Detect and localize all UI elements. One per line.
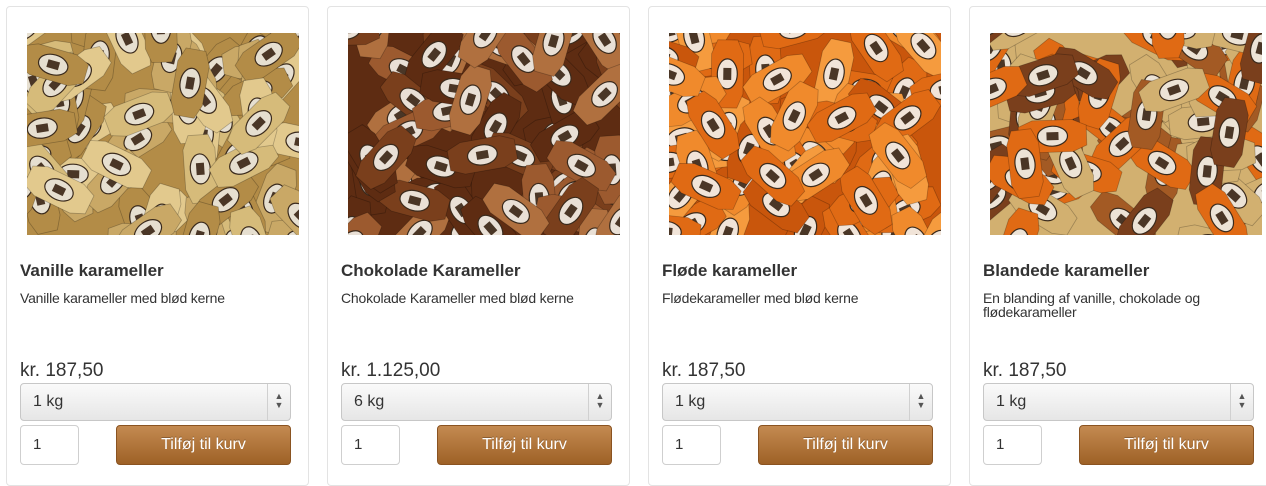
size-select-value: 1 kg — [996, 393, 1027, 410]
select-arrows-icon: ▲ ▼ — [1230, 384, 1253, 420]
quantity-input[interactable]: 1 — [662, 425, 721, 465]
product-card: Chokolade Karameller Chokolade Karamelle… — [327, 6, 630, 486]
add-to-cart-button[interactable]: Tilføj til kurv — [437, 425, 612, 465]
select-arrows-icon: ▲ ▼ — [267, 384, 290, 420]
product-description: Flødekarameller med blød kerne — [662, 290, 859, 306]
add-to-cart-button[interactable]: Tilføj til kurv — [758, 425, 933, 465]
product-title[interactable]: Blandede karameller — [983, 261, 1149, 281]
size-select-value: 1 kg — [33, 393, 64, 410]
product-image[interactable] — [990, 33, 1262, 235]
size-select-value: 6 kg — [354, 393, 385, 410]
product-image[interactable] — [27, 33, 299, 235]
size-select[interactable]: 6 kg ▲ ▼ — [341, 383, 612, 421]
product-price: kr. 187,50 — [983, 360, 1067, 381]
product-image[interactable] — [348, 33, 620, 235]
product-price: kr. 187,50 — [20, 360, 104, 381]
quantity-input[interactable]: 1 — [983, 425, 1042, 465]
size-select[interactable]: 1 kg ▲ ▼ — [20, 383, 291, 421]
select-arrows-icon: ▲ ▼ — [588, 384, 611, 420]
product-description: Chokolade Karameller med blød kerne — [341, 290, 574, 306]
product-image[interactable] — [669, 33, 941, 235]
product-description: En blanding af vanille, chokolade og flø… — [983, 290, 1200, 320]
product-card: Fløde karameller Flødekarameller med blø… — [648, 6, 951, 486]
select-arrows-icon: ▲ ▼ — [909, 384, 932, 420]
size-select[interactable]: 1 kg ▲ ▼ — [983, 383, 1254, 421]
quantity-input[interactable]: 1 — [20, 425, 79, 465]
product-title[interactable]: Vanille karameller — [20, 261, 164, 281]
product-title[interactable]: Chokolade Karameller — [341, 261, 521, 281]
product-price: kr. 187,50 — [662, 360, 746, 381]
product-description: Vanille karameller med blød kerne — [20, 290, 225, 306]
product-grid: Vanille karameller Vanille karameller me… — [0, 0, 1266, 486]
add-to-cart-button[interactable]: Tilføj til kurv — [1079, 425, 1254, 465]
size-select-value: 1 kg — [675, 393, 706, 410]
size-select[interactable]: 1 kg ▲ ▼ — [662, 383, 933, 421]
product-title[interactable]: Fløde karameller — [662, 261, 797, 281]
product-card: Vanille karameller Vanille karameller me… — [6, 6, 309, 486]
product-price: kr. 1.125,00 — [341, 360, 441, 381]
quantity-input[interactable]: 1 — [341, 425, 400, 465]
product-card: Blandede karameller En blanding af vanil… — [969, 6, 1266, 486]
add-to-cart-button[interactable]: Tilføj til kurv — [116, 425, 291, 465]
